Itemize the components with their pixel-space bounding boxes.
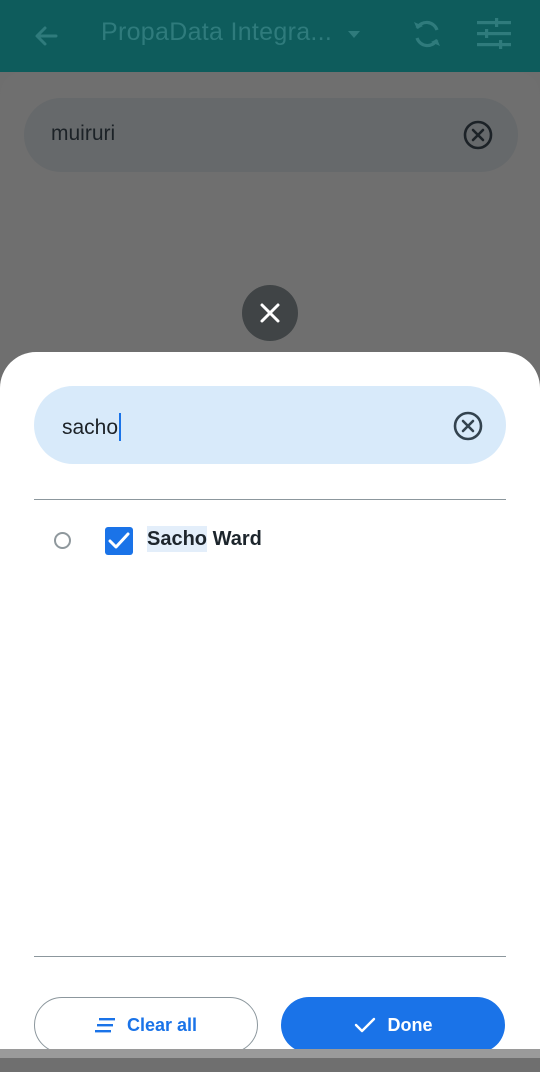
done-button[interactable]: Done	[281, 997, 505, 1053]
radio-button[interactable]	[54, 532, 71, 549]
cancel-icon[interactable]	[452, 410, 484, 442]
app-bar: PropaData Integra...	[0, 0, 540, 72]
check-icon	[354, 1017, 375, 1033]
divider	[34, 956, 506, 957]
result-label: Sacho Ward	[147, 526, 262, 552]
result-label-rest: Ward	[207, 528, 262, 550]
system-navigation-bar	[0, 1049, 540, 1058]
clear-all-icon	[94, 1018, 115, 1033]
close-sheet-button[interactable]	[242, 285, 298, 341]
done-label: Done	[387, 1014, 433, 1035]
bottom-sheet: sacho Sacho Ward Clear all Done	[0, 352, 540, 1058]
arrow-back-icon[interactable]	[30, 20, 62, 52]
checkbox[interactable]	[105, 527, 133, 555]
app-title[interactable]: PropaData Integra...	[101, 18, 332, 47]
sync-icon[interactable]	[410, 16, 444, 52]
check-icon	[108, 532, 130, 549]
cancel-icon[interactable]	[462, 119, 494, 151]
clear-all-label: Clear all	[126, 1014, 198, 1035]
dropdown-arrow-icon[interactable]	[346, 27, 362, 43]
search-value: sacho	[62, 413, 122, 441]
search-input[interactable]: sacho	[34, 386, 506, 464]
clear-all-button[interactable]: Clear all	[34, 997, 258, 1053]
tune-icon[interactable]	[475, 18, 513, 50]
text-cursor	[119, 413, 122, 441]
divider	[34, 499, 506, 500]
list-item[interactable]: Sacho Ward	[34, 512, 506, 570]
close-icon	[260, 303, 280, 323]
search-match-highlight: Sacho	[147, 526, 208, 552]
background-search-field[interactable]: muiruri	[24, 98, 518, 172]
background-search-value: muiruri	[51, 122, 116, 145]
